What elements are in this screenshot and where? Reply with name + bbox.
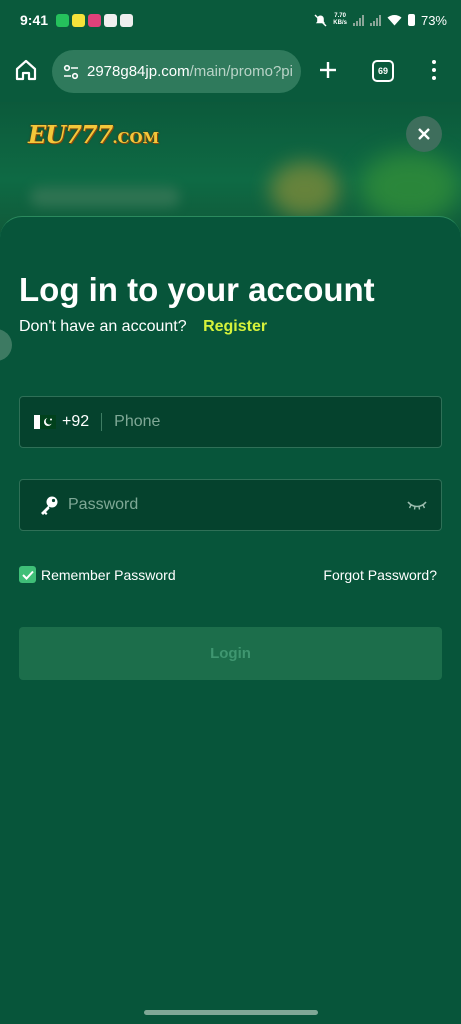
chrome-icon: [104, 13, 118, 27]
status-time: 9:41: [20, 12, 49, 28]
status-right: 7.70 KB/s 73%: [314, 13, 447, 28]
messenger-icon: [88, 13, 102, 27]
mute-icon: [314, 14, 327, 26]
close-icon: [418, 128, 430, 140]
new-tab-icon[interactable]: [316, 58, 340, 82]
address-bar[interactable]: 2978g84jp.com/main/promo?pi: [52, 50, 301, 93]
snapchat-icon: [72, 13, 86, 27]
remember-password-row[interactable]: Remember Password: [19, 566, 176, 583]
url-path: /main/promo?pi: [189, 63, 293, 80]
remember-checkbox[interactable]: [19, 566, 36, 583]
side-handle[interactable]: [0, 329, 12, 361]
status-bar: 9:41 7.70 KB/s 73%: [0, 0, 461, 40]
url-host: 2978g84jp.com: [87, 63, 190, 80]
register-link[interactable]: Register: [203, 318, 267, 335]
tab-count: 69: [377, 66, 388, 76]
more-menu-icon[interactable]: [426, 58, 442, 82]
home-indicator[interactable]: [144, 1010, 318, 1015]
eye-closed-icon[interactable]: [407, 499, 427, 511]
browser-toolbar: 2978g84jp.com/main/promo?pi 69: [0, 40, 461, 102]
site-logo: EU777.COM: [28, 120, 159, 149]
country-code[interactable]: +92: [62, 413, 89, 431]
logo-main: EU777: [28, 120, 113, 149]
signal-2-icon: [369, 14, 381, 26]
remember-label: Remember Password: [41, 566, 176, 583]
promo-banner: EU777.COM: [0, 102, 461, 232]
wifi-icon: [387, 15, 402, 26]
logo-suffix: .COM: [112, 129, 160, 147]
tab-switcher-button[interactable]: 69: [372, 60, 394, 82]
signal-icon: [352, 14, 364, 26]
phone-input[interactable]: [114, 402, 441, 442]
field-divider: [101, 413, 103, 431]
register-prompt: Don't have an account?: [19, 318, 187, 335]
password-input[interactable]: [68, 485, 407, 525]
pakistan-flag-icon[interactable]: [34, 415, 56, 429]
network-speed: 7.70 KB/s: [333, 13, 347, 27]
checkmark-icon: [21, 570, 34, 580]
home-icon[interactable]: [14, 58, 38, 82]
notification-icons: [56, 13, 134, 27]
close-button[interactable]: [406, 116, 442, 152]
banner-decoration: [30, 187, 180, 207]
key-icon: [41, 496, 58, 515]
forgot-password-link[interactable]: Forgot Password?: [323, 567, 437, 583]
page-title: Log in to your account: [19, 271, 375, 308]
login-sheet: Log in to your account Don't have an acc…: [0, 216, 461, 1024]
battery-percent: 73%: [420, 12, 447, 28]
site-settings-icon[interactable]: [62, 63, 80, 81]
speed-unit: KB/s: [333, 20, 347, 26]
banner-decoration: [360, 152, 460, 222]
password-field[interactable]: [19, 479, 442, 531]
battery-icon: [407, 14, 415, 26]
speed-value: 7.70: [334, 13, 346, 19]
register-row: Don't have an account? Register: [19, 318, 267, 336]
whatsapp-icon: [56, 13, 70, 27]
banner-decoration: [270, 162, 340, 217]
phone-field[interactable]: +92: [19, 396, 442, 448]
login-button[interactable]: Login: [19, 627, 442, 680]
url-text: 2978g84jp.com/main/promo?pi: [87, 63, 293, 80]
play-store-icon: [120, 13, 134, 27]
